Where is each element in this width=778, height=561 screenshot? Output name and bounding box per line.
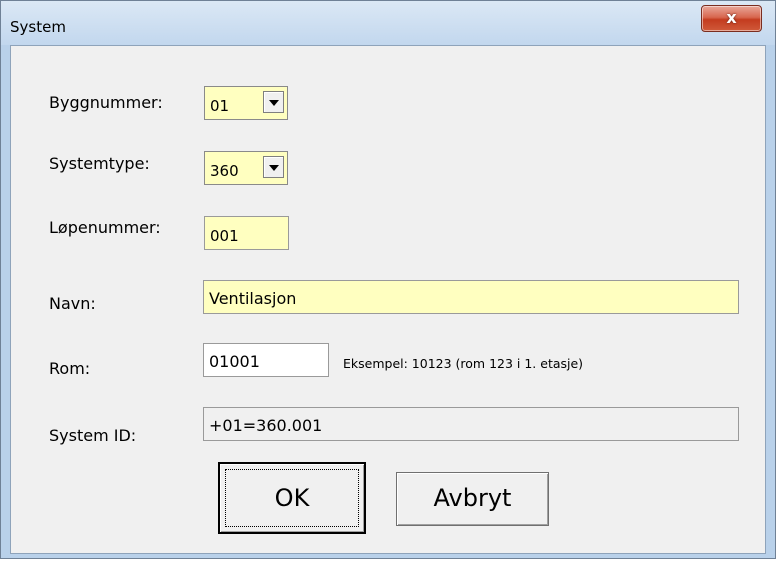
chevron-down-icon[interactable] bbox=[263, 91, 284, 113]
systemtype-label: Systemtype: bbox=[49, 154, 150, 173]
cancel-button[interactable]: Avbryt bbox=[396, 472, 549, 526]
lopenummer-value: 001 bbox=[210, 227, 239, 245]
system-dialog: System x Byggnummer: 01 Systemtype: 360 … bbox=[0, 0, 776, 559]
rom-label: Rom: bbox=[49, 359, 91, 378]
rom-input[interactable]: 01001 bbox=[203, 343, 329, 377]
lopenummer-input[interactable]: 001 bbox=[204, 216, 289, 250]
title-bar[interactable]: System x bbox=[1, 1, 775, 45]
rom-example-hint: Eksempel: 10123 (rom 123 i 1. etasje) bbox=[343, 356, 584, 371]
lopenummer-label: Løpenummer: bbox=[49, 218, 161, 237]
navn-label: Navn: bbox=[49, 294, 96, 313]
ok-button-label: OK bbox=[274, 484, 310, 512]
ok-button[interactable]: OK bbox=[218, 462, 366, 534]
dialog-body: Byggnummer: 01 Systemtype: 360 Løpenumme… bbox=[10, 45, 766, 554]
navn-value: Ventilasjon bbox=[209, 289, 297, 308]
navn-input[interactable]: Ventilasjon bbox=[203, 280, 739, 314]
systemtype-value: 360 bbox=[210, 162, 239, 180]
system-id-label: System ID: bbox=[49, 426, 137, 445]
cancel-button-label: Avbryt bbox=[433, 484, 512, 512]
byggnummer-dropdown[interactable]: 01 bbox=[204, 86, 288, 120]
byggnummer-label: Byggnummer: bbox=[49, 93, 163, 112]
close-icon: x bbox=[726, 8, 737, 27]
byggnummer-value: 01 bbox=[210, 97, 230, 115]
system-id-value: +01=360.001 bbox=[209, 416, 323, 435]
chevron-down-icon[interactable] bbox=[263, 156, 284, 178]
system-id-field: +01=360.001 bbox=[203, 407, 739, 441]
close-button[interactable]: x bbox=[701, 5, 762, 32]
window-title: System bbox=[10, 18, 66, 36]
rom-value: 01001 bbox=[209, 352, 260, 371]
systemtype-dropdown[interactable]: 360 bbox=[204, 151, 288, 185]
